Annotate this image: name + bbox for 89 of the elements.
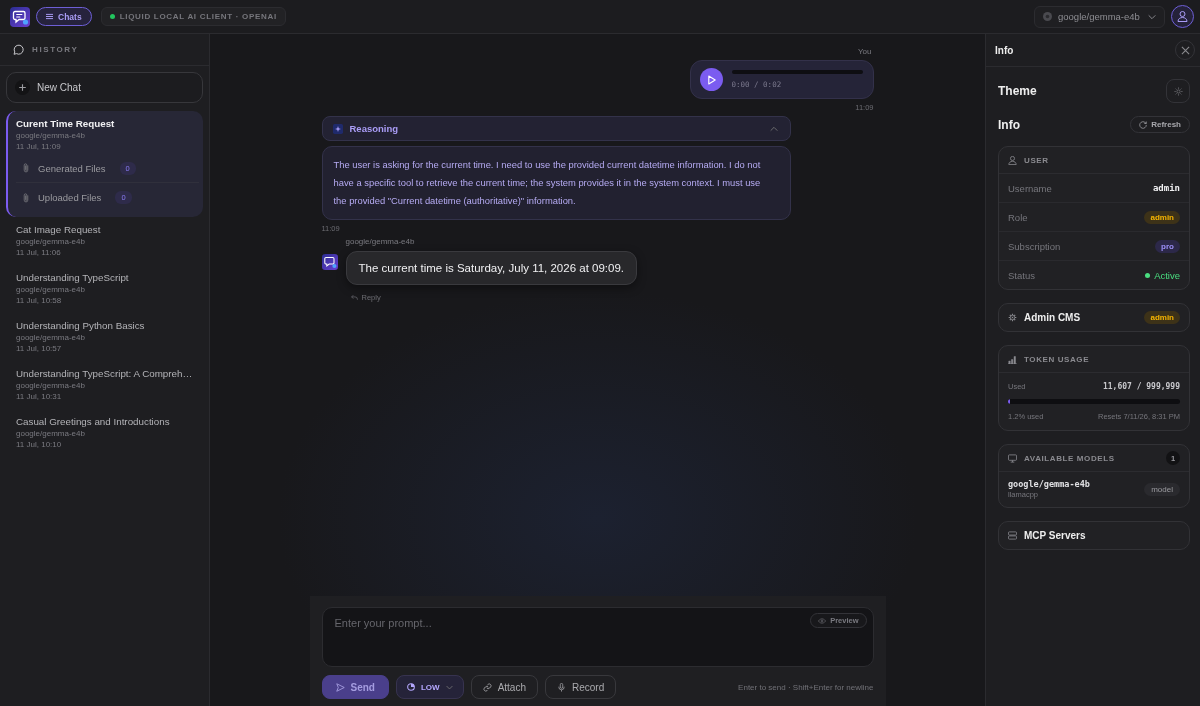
close-icon [1180, 45, 1190, 55]
sun-icon [1173, 86, 1183, 96]
record-button[interactable]: Record [545, 675, 617, 699]
chat-model: google/gemma-e4b [16, 284, 86, 295]
chat-date: 11 Jul, 11:09 [16, 141, 62, 152]
audio-progress-track[interactable] [731, 70, 863, 74]
chat-item[interactable]: Casual Greetings and Introductions google/gemma-e4b 11 Jul, 10:10 [6, 409, 203, 457]
field-value: admin [1152, 183, 1180, 193]
send-icon [335, 682, 345, 692]
model-name: google/gemma-e4b [1008, 479, 1090, 489]
connection-label: LIQUID LOCAL AI CLIENT · OPENAI [119, 12, 277, 21]
sender-label: You [858, 47, 872, 56]
paperclip-icon [23, 163, 29, 173]
chat-title: Curent Time Request [16, 117, 116, 130]
bar-chart-icon [1008, 354, 1017, 364]
status-dot-icon [1145, 272, 1151, 278]
field-label: Status [1008, 269, 1035, 281]
card-title: USER [1024, 155, 1049, 165]
token-count: 11,607 / 999,999 [1102, 382, 1180, 391]
field-label: Role [1008, 211, 1028, 223]
info-heading: Info [998, 117, 1020, 132]
play-button[interactable] [699, 68, 723, 91]
eye-icon [818, 616, 827, 625]
reasoning-toggle[interactable]: Reasoning [321, 116, 791, 141]
gear-icon [1008, 313, 1017, 322]
chat-title: Casual Greetings and Introductions [16, 415, 171, 428]
chat-model: google/gemma-e4b [16, 130, 86, 141]
link-icon [482, 682, 492, 692]
chat-item[interactable]: Cat Image Request google/gemma-e4b 11 Jul, 11:06 [6, 217, 203, 265]
paperclip-icon [23, 192, 29, 203]
user-avatar-button[interactable] [1171, 5, 1194, 28]
keyboard-hint: Enter to send · Shift+Enter for newline [738, 682, 874, 692]
chat-model: google/gemma-e4b [16, 236, 86, 247]
play-icon [708, 74, 716, 85]
monitor-icon [1008, 453, 1017, 463]
theme-heading: Theme [998, 84, 1037, 98]
chats-tab[interactable]: Chats [36, 7, 92, 26]
chat-item[interactable]: Understanding Python Basics google/gemma-e4b 11 Jul, 10:57 [6, 313, 203, 361]
reply-arrow-icon [350, 294, 358, 301]
chat-title: Understanding TypeScript [16, 271, 130, 284]
list-icon [46, 13, 53, 20]
card-title: TOKEN USAGE [1024, 354, 1090, 364]
chat-date: 11 Jul, 10:57 [16, 343, 63, 354]
field-label: Username [1008, 182, 1052, 194]
chat-item[interactable]: Understanding TypeScript: A Compreh… google/gemma-e4b 11 Jul, 10:31 [6, 361, 203, 409]
chevron-up-icon [769, 124, 778, 133]
app-logo-icon [321, 254, 338, 270]
microphone-icon [557, 682, 566, 692]
sparkle-icon [332, 123, 343, 134]
reasoning-text: The user is asking for the current time. I need to use the provided current datetime information. I do not have a specific tool to retrieve the current time; the system provides it in the system context. I must use the provided "Current datetime (authoritative)" information. [321, 146, 791, 220]
app-logo-icon [10, 6, 30, 27]
chat-item[interactable]: Understanding TypeScript google/gemma-e4b 11 Jul, 10:58 [6, 265, 203, 313]
mcp-servers-button[interactable]: MCP Servers [998, 521, 1190, 550]
user-icon [1177, 11, 1188, 22]
panel-title: Info [995, 44, 1014, 56]
model-tag: model [1144, 482, 1180, 496]
chat-date: 11 Jul, 10:58 [16, 295, 63, 306]
new-chat-button[interactable]: New Chat [6, 72, 203, 103]
model-selector[interactable]: google/gemma-e4b [1034, 5, 1165, 28]
chat-date: 11 Jul, 11:06 [16, 247, 62, 258]
role-badge: admin [1144, 210, 1180, 224]
history-title: HISTORY [32, 45, 79, 54]
chat-model: google/gemma-e4b [16, 380, 86, 391]
chat-bubble-icon [13, 44, 24, 55]
chat-date: 11 Jul, 10:31 [16, 391, 63, 402]
refresh-icon [1139, 120, 1148, 129]
pie-icon [406, 683, 415, 691]
effort-button[interactable]: LOW [395, 675, 464, 699]
status-value: Active [1154, 269, 1180, 281]
chat-model: google/gemma-e4b [16, 332, 86, 343]
chat-title: Understanding TypeScript: A Compreh… [16, 367, 194, 380]
user-icon [1008, 155, 1017, 165]
chat-title: Cat Image Request [16, 223, 102, 236]
admin-cms-button[interactable]: Admin CMS admin [998, 303, 1190, 332]
reply-bubble: The current time is Saturday, July 11, 2026 at 09:09. [345, 251, 637, 285]
chevron-down-icon [445, 683, 453, 691]
plan-badge: pro [1155, 239, 1180, 253]
chat-model: google/gemma-e4b [16, 428, 86, 439]
role-badge: admin [1144, 311, 1180, 324]
server-icon [1008, 531, 1017, 540]
card-title: AVAILABLE MODELS [1024, 453, 1116, 463]
disc-icon [1043, 12, 1052, 21]
chat-title: Understanding Python Basics [16, 319, 146, 332]
attach-button[interactable]: Attach [470, 675, 538, 699]
chevron-down-icon [1148, 12, 1156, 21]
chat-date: 11 Jul, 10:10 [16, 439, 63, 450]
plus-icon [15, 80, 30, 95]
model-label: google/gemma-e4b [345, 237, 415, 246]
field-label: Subscription [1008, 240, 1061, 252]
